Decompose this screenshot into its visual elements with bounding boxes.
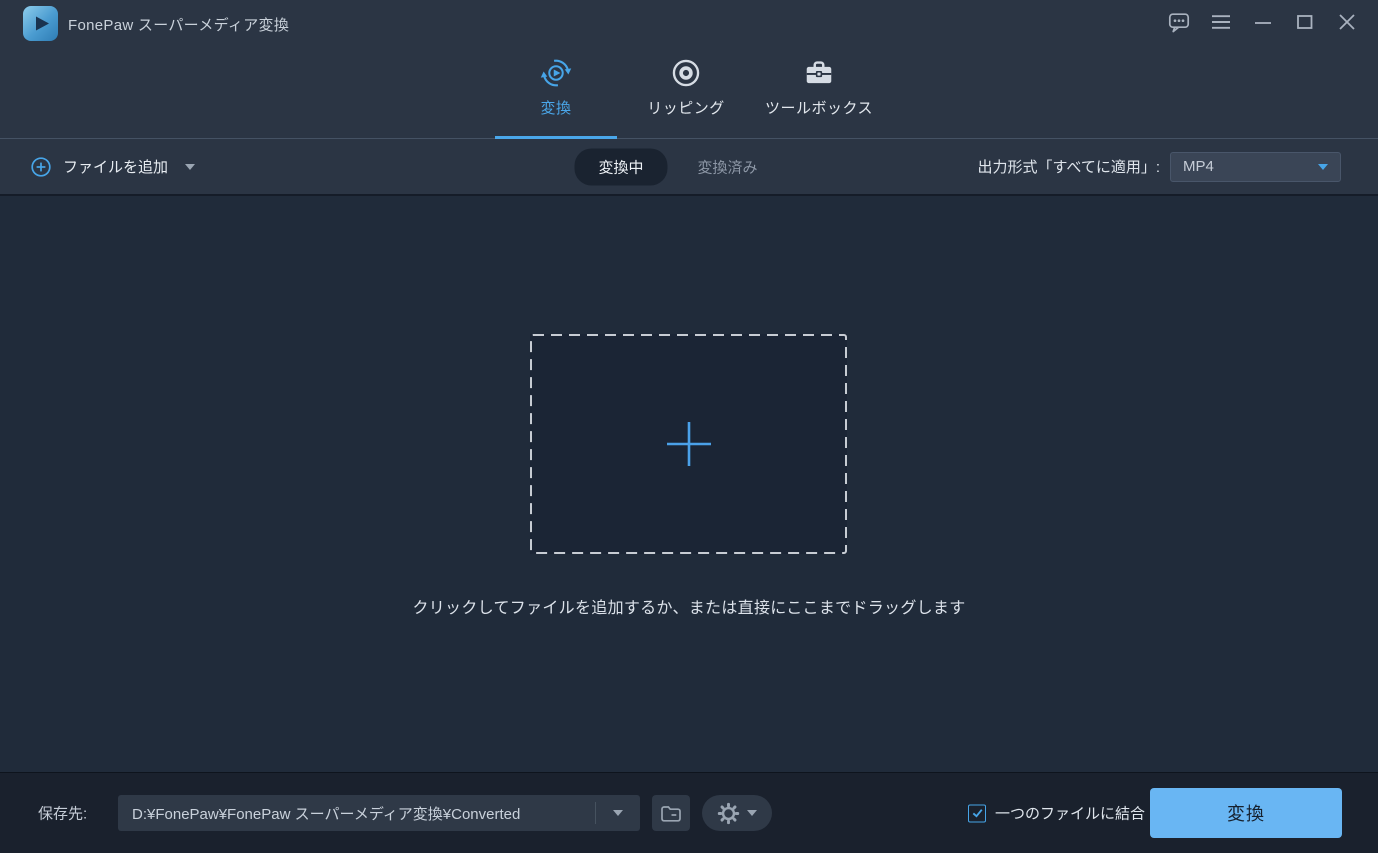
tab-ripping-label: リッピング — [647, 100, 725, 117]
minimize-button[interactable] — [1251, 10, 1275, 34]
title-bar: FonePaw スーパーメディア変換 — [0, 0, 1378, 48]
header: FonePaw スーパーメディア変換 変換 リッピング ツールボックス — [0, 0, 1378, 139]
main-tabs: 変換 リッピング ツールボックス — [0, 48, 1378, 139]
destination-dropdown[interactable] — [596, 810, 640, 816]
tab-toolbox[interactable]: ツールボックス — [755, 48, 883, 138]
feedback-icon[interactable] — [1167, 10, 1191, 34]
chevron-down-icon — [1318, 163, 1328, 170]
plus-circle-icon — [30, 156, 52, 178]
convert-button[interactable]: 変換 — [1150, 788, 1342, 838]
folder-icon — [661, 805, 681, 822]
check-icon — [972, 809, 982, 818]
gear-icon — [717, 802, 740, 824]
output-format-select[interactable]: MP4 — [1170, 151, 1341, 182]
maximize-button[interactable] — [1293, 10, 1317, 34]
dropzone-hint: クリックしてファイルを追加するか、または直接にここまでドラッグします — [412, 600, 966, 617]
destination-label: 保存先: — [38, 805, 88, 823]
chevron-down-icon — [185, 163, 196, 170]
destination-path-value: D:¥FonePaw¥FonePaw スーパーメディア変換¥Converted — [132, 805, 521, 823]
add-files-button[interactable]: ファイルを追加 — [30, 156, 196, 178]
menu-icon[interactable] — [1209, 10, 1233, 34]
tab-convert-label: 変換 — [540, 100, 572, 117]
add-files-label: ファイルを追加 — [63, 159, 169, 176]
chevron-down-icon — [747, 810, 757, 816]
segment-converted[interactable]: 変換済み — [674, 148, 782, 185]
content-area: クリックしてファイルを追加するか、または直接にここまでドラッグします — [0, 196, 1378, 772]
output-format-value: MP4 — [1183, 158, 1214, 175]
file-dropzone[interactable] — [530, 334, 847, 554]
open-folder-button[interactable] — [652, 795, 690, 831]
window-controls — [1158, 10, 1368, 34]
output-format-group: 出力形式「すべてに適用」: MP4 — [977, 151, 1341, 182]
chevron-down-icon — [613, 810, 623, 816]
output-format-label: 出力形式「すべてに適用」: — [977, 159, 1160, 176]
toolbox-icon — [803, 56, 835, 90]
merge-option: 一つのファイルに結合 — [968, 803, 1145, 824]
settings-button[interactable] — [702, 795, 772, 831]
window-title: FonePaw スーパーメディア変換 — [68, 17, 290, 34]
app-window: FonePaw スーパーメディア変換 変換 リッピング ツールボックス ファイル… — [0, 0, 1378, 853]
destination-path-field[interactable]: D:¥FonePaw¥FonePaw スーパーメディア変換¥Converted — [118, 795, 640, 831]
convert-icon — [540, 56, 572, 90]
bottom-bar: 保存先: D:¥FonePaw¥FonePaw スーパーメディア変換¥Conve… — [0, 772, 1378, 853]
close-button[interactable] — [1335, 10, 1359, 34]
toolbar: ファイルを追加 変換中 変換済み 出力形式「すべてに適用」: MP4 — [0, 139, 1378, 196]
dropzone-dashed-border — [530, 334, 847, 554]
app-logo-icon — [22, 5, 59, 42]
ripping-icon — [670, 56, 702, 90]
segment-converting[interactable]: 変換中 — [574, 148, 668, 185]
tab-ripping[interactable]: リッピング — [625, 48, 747, 138]
queue-segmented-control: 変換中 変換済み — [574, 148, 781, 185]
merge-checkbox[interactable] — [968, 804, 986, 822]
merge-label: 一つのファイルに結合 — [995, 805, 1146, 823]
tab-toolbox-label: ツールボックス — [764, 100, 874, 117]
tab-convert[interactable]: 変換 — [494, 48, 617, 139]
